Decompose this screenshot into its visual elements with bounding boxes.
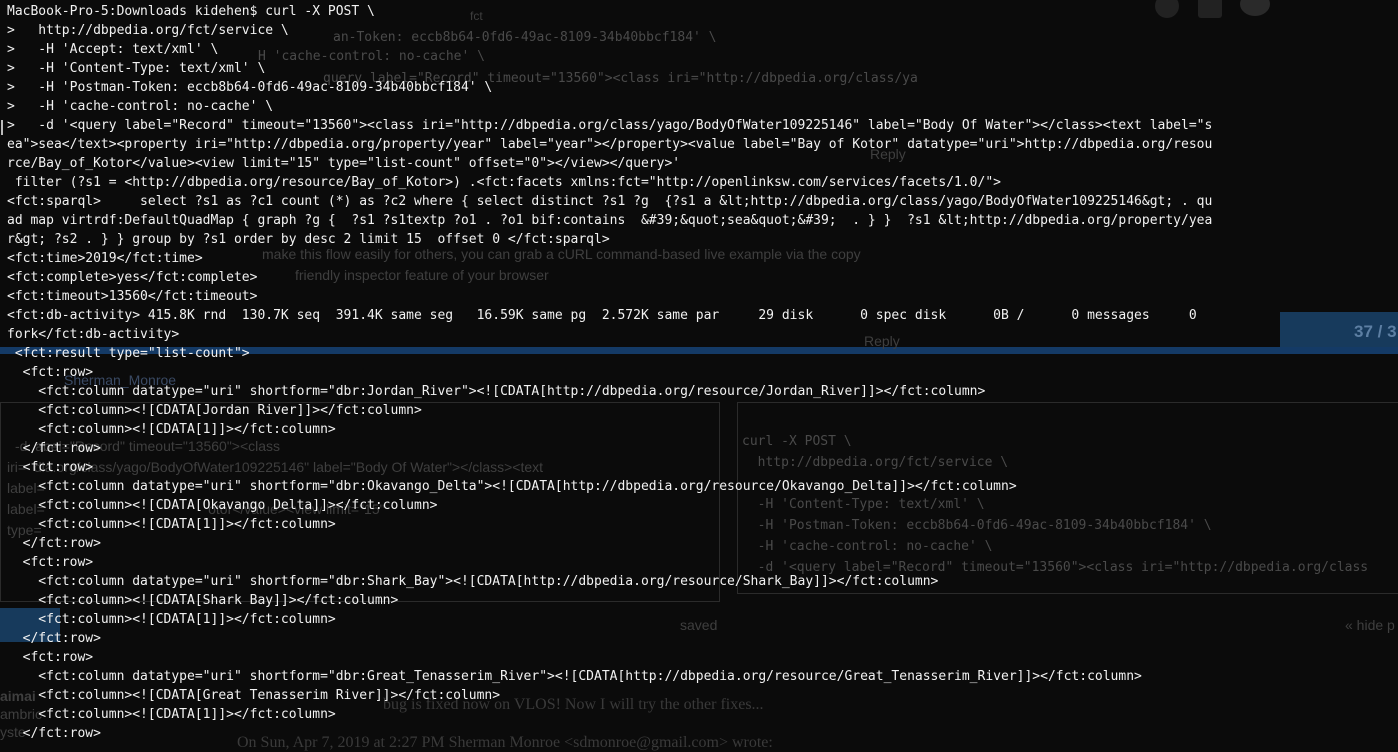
terminal-line: > -H 'Postman-Token: eccb8b64-0fd6-49ac-…: [7, 80, 493, 95]
terminal-line: <fct:column><![CDATA[Great Tenasserim Ri…: [7, 688, 501, 703]
terminal-line: filter (?s1 = <http://dbpedia.org/resour…: [7, 175, 1001, 190]
terminal-line: <fct:column><![CDATA[Shark Bay]]></fct:c…: [7, 593, 399, 608]
terminal-line: r&gt; ?s2 . } } group by ?s1 order by de…: [7, 232, 610, 247]
terminal-line: <fct:db-activity> 415.8K rnd 130.7K seq …: [7, 308, 1197, 323]
terminal-line: ad map virtrdf:DefaultQuadMap { graph ?g…: [7, 213, 1213, 228]
terminal-line: <fct:complete>yes</fct:complete>: [7, 270, 258, 285]
terminal-line: <fct:column><![CDATA[1]]></fct:column>: [7, 612, 336, 627]
terminal-line: <fct:row>: [7, 650, 94, 665]
terminal-output[interactable]: MacBook-Pro-5:Downloads kidehen$ curl -X…: [0, 0, 1398, 747]
terminal-line: </fct:row>: [7, 536, 101, 551]
terminal-line: </fct:row>: [7, 726, 101, 741]
terminal-line: <fct:column datatype="uri" shortform="db…: [7, 384, 986, 399]
terminal-line: > -d '<query label="Record" timeout="135…: [7, 118, 1213, 133]
terminal-line: <fct:column><![CDATA[1]]></fct:column>: [7, 422, 336, 437]
terminal-line: <fct:time>2019</fct:time>: [7, 251, 203, 266]
terminal-line: <fct:row>: [7, 365, 94, 380]
terminal-line: > http://dbpedia.org/fct/service \: [7, 23, 289, 38]
terminal-line: > -H 'Content-Type: text/xml' \: [7, 61, 266, 76]
terminal-line: </fct:row>: [7, 631, 101, 646]
terminal-line: <fct:result type="list-count">: [7, 346, 250, 361]
terminal-line: MacBook-Pro-5:Downloads kidehen$ curl -X…: [7, 4, 375, 19]
terminal-line: </fct:row>: [7, 441, 101, 456]
terminal-line: <fct:sparql> select ?s1 as ?c1 count (*)…: [7, 194, 1213, 209]
terminal-line: <fct:row>: [7, 555, 94, 570]
terminal-line: <fct:row>: [7, 460, 94, 475]
terminal-line: <fct:column datatype="uri" shortform="db…: [7, 574, 939, 589]
terminal-line: <fct:column><![CDATA[1]]></fct:column>: [7, 517, 336, 532]
terminal-line: ea">sea</text><property iri="http://dbpe…: [7, 137, 1213, 152]
terminal-line: <fct:column datatype="uri" shortform="db…: [7, 479, 1017, 494]
terminal-line: > -H 'cache-control: no-cache' \: [7, 99, 274, 114]
terminal-line: fork</fct:db-activity>: [7, 327, 180, 342]
selection-caret: [1, 120, 3, 135]
terminal-line: <fct:timeout>13560</fct:timeout>: [7, 289, 258, 304]
terminal-line: <fct:column><![CDATA[1]]></fct:column>: [7, 707, 336, 722]
terminal-line: <fct:column datatype="uri" shortform="db…: [7, 669, 1142, 684]
terminal-line: <fct:column><![CDATA[Jordan River]]></fc…: [7, 403, 422, 418]
terminal-line: > -H 'Accept: text/xml' \: [7, 42, 219, 57]
terminal-line: rce/Bay_of_Kotor</value><view limit="15"…: [7, 156, 681, 171]
terminal-line: <fct:column><![CDATA[Okavango Delta]]></…: [7, 498, 438, 513]
